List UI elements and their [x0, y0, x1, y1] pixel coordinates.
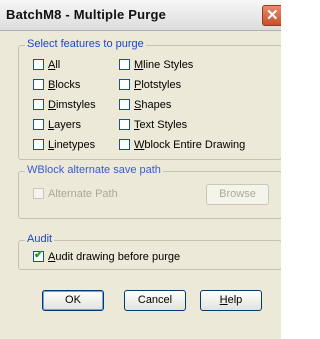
wblock-group: WBlock alternate save path Alternate Pat…	[18, 164, 281, 219]
purge-dialog: BatchM8 - Multiple Purge ✕ Select featur…	[0, 0, 281, 339]
features-group-label: Select features to purge	[25, 38, 146, 50]
checkbox-label: ext Styles	[139, 119, 188, 131]
checkbox-box[interactable]	[119, 59, 130, 70]
audit-group: Audit ✔ Audit drawing before purge	[18, 233, 281, 270]
mnemonic: M	[134, 59, 144, 71]
checkbox-box[interactable]	[33, 79, 44, 90]
features-group: Select features to purge All Blocks Dims…	[18, 38, 281, 160]
mnemonic: W	[134, 139, 145, 151]
ok-button[interactable]: OK	[42, 290, 104, 311]
check-icon: ✔	[34, 249, 44, 261]
checkbox-label: line Styles	[143, 59, 194, 71]
close-button[interactable]: ✕	[262, 5, 281, 26]
checkbox-label: inetypes	[54, 139, 96, 151]
window-title: BatchM8 - Multiple Purge	[6, 7, 167, 22]
help-button[interactable]: Help	[200, 290, 262, 311]
audit-group-label: Audit	[25, 233, 55, 245]
checkbox-label: locks	[55, 79, 81, 91]
close-icon: ✕	[266, 7, 279, 24]
wblock-group-label: WBlock alternate save path	[25, 164, 163, 176]
checkbox-label: lotstyles	[141, 79, 182, 91]
help-label: elp	[227, 294, 243, 306]
mnemonic: D	[48, 99, 56, 111]
mnemonic: H	[219, 294, 228, 306]
checkbox-box[interactable]	[119, 139, 130, 150]
checkbox-box[interactable]	[33, 59, 44, 70]
checkbox-box[interactable]	[119, 119, 130, 130]
checkbox-label: block Entire Drawing	[144, 139, 246, 151]
checkbox-label: Alternate Path	[48, 188, 118, 200]
checkbox-box[interactable]	[33, 119, 44, 130]
checkbox-label: hapes	[141, 99, 172, 111]
checkbox-box[interactable]	[119, 79, 130, 90]
title-bar[interactable]: BatchM8 - Multiple Purge ✕	[0, 0, 281, 31]
checkbox-label: udit drawing before purge	[55, 251, 181, 263]
checkbox-label: ll	[55, 59, 61, 71]
checkbox-box[interactable]	[33, 99, 44, 110]
checkbox-box[interactable]	[33, 139, 44, 150]
cancel-button[interactable]: Cancel	[124, 290, 186, 311]
browse-button: Browse	[206, 184, 269, 205]
checkbox-label: ayers	[54, 119, 82, 131]
checkbox-box	[33, 188, 44, 199]
checkbox-label: imstyles	[55, 99, 96, 111]
checkbox-box[interactable]: ✔	[33, 249, 44, 262]
checkbox-box[interactable]	[119, 99, 130, 110]
